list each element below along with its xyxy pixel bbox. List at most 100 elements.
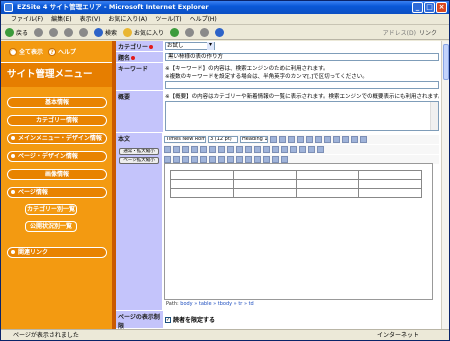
table-cell[interactable] <box>170 188 234 198</box>
links-label[interactable]: リンク <box>419 28 437 37</box>
close-button[interactable]: × <box>436 2 447 13</box>
ltr-icon[interactable] <box>272 156 279 163</box>
italic-icon[interactable] <box>279 136 286 143</box>
minimize-button[interactable]: _ <box>412 2 423 13</box>
font-color-icon[interactable] <box>236 146 243 153</box>
font-size-select[interactable]: 3 (12 pt) <box>208 136 238 143</box>
align-left-icon[interactable] <box>164 146 171 153</box>
preview-icon[interactable] <box>317 146 324 153</box>
delete-col-icon[interactable] <box>191 156 198 163</box>
sidebar-item-category-info[interactable]: カテゴリー情報 <box>7 115 107 126</box>
stop-button[interactable] <box>49 27 59 37</box>
summary-scrollbar[interactable] <box>430 102 438 130</box>
strike-icon[interactable] <box>297 136 304 143</box>
merge-cells-icon[interactable] <box>200 156 207 163</box>
source-icon[interactable] <box>308 146 315 153</box>
path-value[interactable]: body » table » tbody » tr » td <box>180 301 253 307</box>
justify-icon[interactable] <box>191 146 198 153</box>
media-icon[interactable] <box>263 156 270 163</box>
history-button[interactable] <box>170 27 180 37</box>
superscript-icon[interactable] <box>306 136 313 143</box>
help-button[interactable]: ? ヘルプ <box>48 47 76 56</box>
table-cell[interactable] <box>358 179 422 189</box>
undo-icon[interactable] <box>351 136 358 143</box>
copy-icon[interactable] <box>333 136 340 143</box>
restrict-checkbox[interactable]: ✓ <box>165 316 171 323</box>
keyword-input[interactable] <box>165 81 439 89</box>
menu-favorites[interactable]: お気に入り(A) <box>108 14 147 24</box>
redo-icon[interactable] <box>360 136 367 143</box>
underline-icon[interactable] <box>288 136 295 143</box>
menu-help[interactable]: ヘルプ(H) <box>190 14 217 24</box>
table-cell[interactable] <box>170 179 234 189</box>
table-cell[interactable] <box>170 170 234 180</box>
font-name-select[interactable]: Times New Roman <box>164 136 206 143</box>
menu-file[interactable]: ファイル(F) <box>11 14 43 24</box>
link-icon[interactable] <box>254 146 261 153</box>
row-props-icon[interactable] <box>227 156 234 163</box>
menu-edit[interactable]: 編集(E) <box>51 14 71 24</box>
image-icon[interactable] <box>272 146 279 153</box>
home-button[interactable] <box>79 27 89 37</box>
favorites-button[interactable]: お気に入り <box>123 27 164 37</box>
address-bar[interactable]: アドレス(D) リンク <box>383 28 449 37</box>
refresh-button[interactable] <box>64 27 74 37</box>
bullet-list-icon[interactable] <box>209 146 216 153</box>
cut-icon[interactable] <box>324 136 331 143</box>
cell-props-icon[interactable] <box>218 156 225 163</box>
unlink-icon[interactable] <box>263 146 270 153</box>
anchor-icon[interactable] <box>254 156 261 163</box>
table-cell[interactable] <box>232 170 297 180</box>
table-cell[interactable] <box>232 179 297 189</box>
table-cell[interactable] <box>295 179 360 189</box>
editor-resize-button[interactable]: 通常・拡大縮小 <box>119 148 159 155</box>
table-props-icon[interactable] <box>236 156 243 163</box>
sidebar-item-page-design[interactable]: ページ・デザイン情報 <box>7 151 107 162</box>
sidebar-item-basic-info[interactable]: 基本情報 <box>7 97 107 108</box>
menu-view[interactable]: 表示(V) <box>80 14 101 24</box>
indent-icon[interactable] <box>227 146 234 153</box>
highlight-icon[interactable] <box>245 146 252 153</box>
paste-icon[interactable] <box>342 136 349 143</box>
search-button[interactable]: 検索 <box>94 27 117 37</box>
subscript-icon[interactable] <box>315 136 322 143</box>
maximize-button[interactable]: □ <box>424 2 435 13</box>
split-cells-icon[interactable] <box>209 156 216 163</box>
sidebar-item-main-menu-design[interactable]: メインメニュー・デザイン情報 <box>7 133 107 144</box>
outdent-icon[interactable] <box>218 146 225 153</box>
table-cell[interactable] <box>232 188 297 198</box>
page-resize-button[interactable]: ページ拡大縮小 <box>119 157 159 164</box>
sidebar-item-by-category[interactable]: カテゴリー別一覧 <box>25 204 77 215</box>
table-cell[interactable] <box>295 170 360 180</box>
mail-button[interactable] <box>185 27 195 37</box>
scroll-thumb[interactable] <box>443 44 449 80</box>
help-icon[interactable] <box>281 156 288 163</box>
table-cell[interactable] <box>295 188 360 198</box>
content-table[interactable] <box>170 170 422 198</box>
category-select[interactable]: お試し <box>165 42 215 50</box>
table-cell[interactable] <box>358 188 422 198</box>
align-right-icon[interactable] <box>182 146 189 153</box>
special-char-icon[interactable] <box>299 146 306 153</box>
show-all-button[interactable]: ◯ 全て表示 <box>9 47 43 56</box>
title-input[interactable]: 黒い柿様の表の作り方 <box>165 53 439 61</box>
edit-page-button[interactable] <box>215 27 225 37</box>
page-scrollbar[interactable] <box>441 41 449 329</box>
delete-row-icon[interactable] <box>173 156 180 163</box>
insert-col-icon[interactable] <box>182 156 189 163</box>
hr-icon[interactable] <box>290 146 297 153</box>
print-button[interactable] <box>200 27 210 37</box>
heading-select[interactable]: Heading 1 <box>240 136 268 143</box>
table-icon[interactable] <box>281 146 288 153</box>
align-center-icon[interactable] <box>173 146 180 153</box>
forward-button[interactable] <box>34 27 44 37</box>
sidebar-item-image-info[interactable]: 画像情報 <box>7 169 107 180</box>
sidebar-item-by-status[interactable]: 公開状況別一覧 <box>25 221 77 232</box>
table-cell[interactable] <box>358 170 422 180</box>
insert-row-icon[interactable] <box>164 156 171 163</box>
clean-icon[interactable] <box>245 156 252 163</box>
numbered-list-icon[interactable] <box>200 146 207 153</box>
menu-tools[interactable]: ツール(T) <box>155 14 181 24</box>
editor-area[interactable] <box>164 163 433 300</box>
sidebar-item-page-info[interactable]: ページ情報 <box>7 187 107 198</box>
